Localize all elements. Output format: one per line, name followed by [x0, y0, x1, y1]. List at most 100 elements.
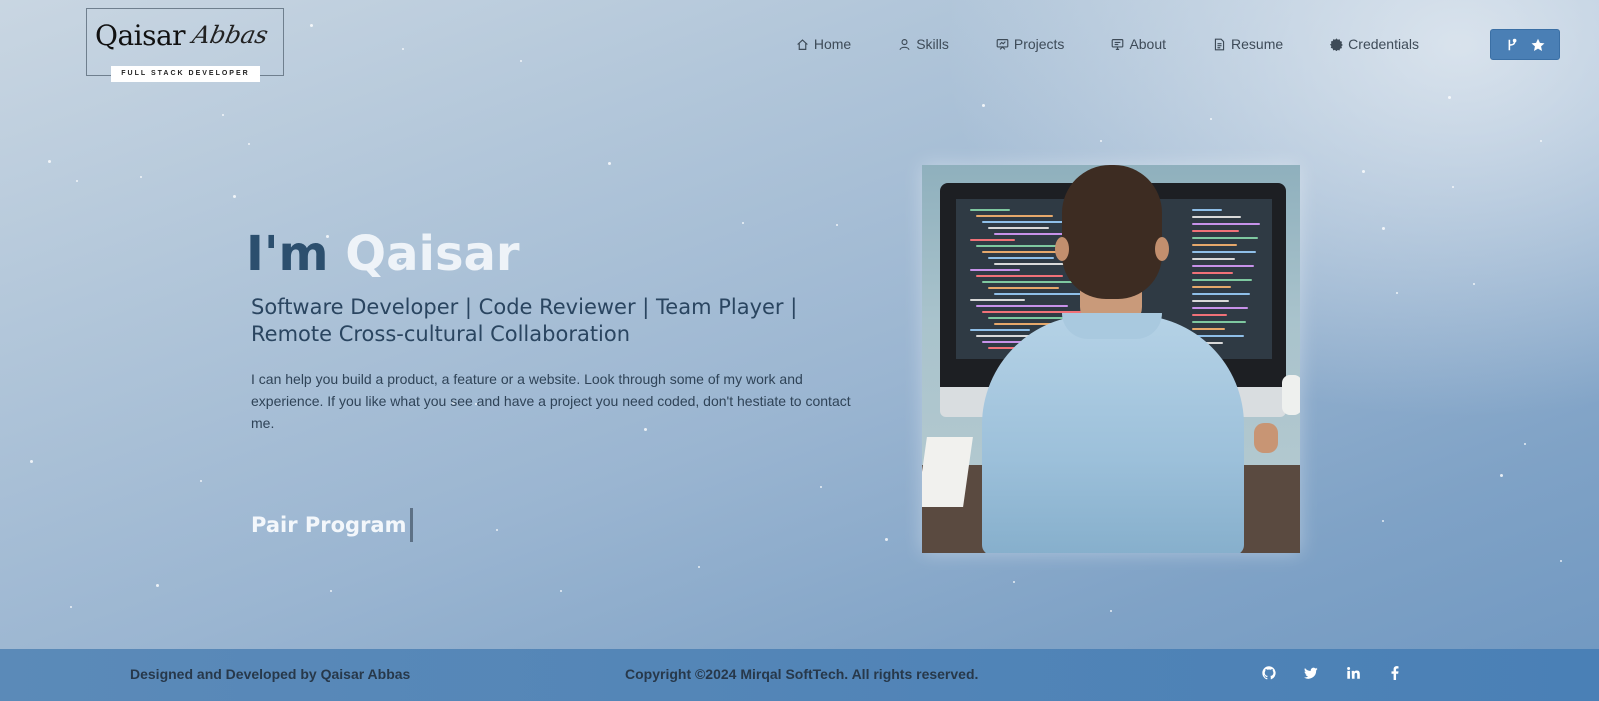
- star-dot: [1560, 560, 1562, 562]
- code-line: [1192, 209, 1222, 211]
- logo-script: Abbas: [190, 21, 271, 49]
- star-dot: [520, 60, 522, 62]
- star-dot: [1524, 443, 1526, 445]
- nav-resume-label: Resume: [1231, 36, 1284, 52]
- star-dot: [248, 143, 250, 145]
- hero-roles: Software Developer | Code Reviewer | Tea…: [251, 295, 798, 346]
- code-line: [1192, 272, 1233, 274]
- code-line: [976, 245, 1058, 247]
- code-line: [970, 269, 1020, 271]
- code-line: [1192, 244, 1237, 246]
- site-logo[interactable]: Qaisar Abbas FULL STACK DEVELOPER: [86, 8, 284, 82]
- code-line: [1192, 328, 1225, 330]
- nav-about-label: About: [1129, 36, 1167, 52]
- typed-text-value: Pair Program: [251, 513, 407, 537]
- nav-credentials-label: Credentials: [1348, 36, 1419, 52]
- star-dot: [70, 606, 72, 608]
- star-dot: [1382, 227, 1385, 230]
- code-line: [1192, 237, 1258, 239]
- star-dot: [1448, 96, 1451, 99]
- star-dot: [1100, 140, 1102, 142]
- star-dot: [836, 224, 838, 226]
- badge-icon: [1330, 37, 1344, 51]
- star-dot: [76, 180, 78, 182]
- star-dot: [200, 480, 202, 482]
- nav-about[interactable]: About: [1111, 36, 1166, 52]
- mug: [1282, 375, 1300, 415]
- star-dot: [233, 195, 236, 198]
- github-star-button[interactable]: [1490, 29, 1560, 60]
- facebook-icon[interactable]: [1388, 666, 1402, 680]
- monitor-chat-icon: [1111, 38, 1124, 51]
- star-dot: [1013, 581, 1015, 583]
- star-dot: [402, 48, 404, 50]
- star-dot: [330, 590, 332, 592]
- code-line: [976, 275, 1063, 277]
- code-line: [970, 329, 1030, 331]
- hero-greeting: I'm: [246, 226, 329, 282]
- person-hand: [1254, 423, 1278, 453]
- logo-tagline: FULL STACK DEVELOPER: [111, 66, 260, 82]
- star-dot: [1362, 170, 1365, 173]
- code-line: [970, 299, 1025, 301]
- code-line: [1192, 279, 1252, 281]
- nav-skills[interactable]: Skills: [898, 36, 949, 52]
- star-dot: [1110, 610, 1112, 612]
- code-line: [988, 287, 1059, 289]
- star-dot: [496, 529, 498, 531]
- hero-description: I can help you build a product, a featur…: [251, 371, 851, 431]
- star-dot: [156, 584, 159, 587]
- code-line: [1192, 293, 1250, 295]
- linkedin-icon[interactable]: [1346, 666, 1360, 680]
- document-icon: [1213, 38, 1226, 51]
- code-line: [1192, 321, 1246, 323]
- star-dot: [1540, 140, 1542, 142]
- star-dot: [1396, 292, 1398, 294]
- person-ear-right: [1155, 237, 1169, 261]
- top-nav: Home Skills Projects About Resume Creden…: [796, 29, 1466, 59]
- person-ear-left: [1055, 237, 1069, 261]
- typing-cursor: [410, 508, 414, 542]
- nav-credentials[interactable]: Credentials: [1330, 36, 1419, 52]
- star-dot: [560, 590, 562, 592]
- star-dot: [310, 24, 313, 27]
- code-line: [1192, 230, 1239, 232]
- code-line: [970, 239, 1015, 241]
- star-dot: [608, 162, 611, 165]
- code-line: [970, 209, 1010, 211]
- star-dot: [982, 104, 985, 107]
- code-line: [1192, 286, 1231, 288]
- twitter-icon[interactable]: [1304, 666, 1318, 680]
- person-head: [1062, 165, 1162, 299]
- star-dot: [1210, 118, 1212, 120]
- hero-title: I'm Qaisar: [246, 228, 520, 281]
- code-line: [988, 317, 1064, 319]
- code-line: [976, 305, 1068, 307]
- code-line: [1192, 307, 1248, 309]
- star-dot: [885, 538, 888, 541]
- home-icon: [796, 38, 809, 51]
- site-footer: Designed and Developed by Qaisar Abbas C…: [0, 649, 1599, 701]
- nav-home-label: Home: [813, 36, 852, 52]
- star-dot: [30, 460, 33, 463]
- nav-home[interactable]: Home: [796, 36, 851, 52]
- star-dot: [1473, 283, 1475, 285]
- social-links: [1262, 666, 1402, 680]
- star-dot: [48, 160, 51, 163]
- star-dot: [1452, 186, 1454, 188]
- github-icon[interactable]: [1262, 666, 1276, 680]
- code-line: [1192, 300, 1229, 302]
- code-line: [1192, 223, 1260, 225]
- star-dot: [1382, 520, 1384, 522]
- nav-resume[interactable]: Resume: [1213, 36, 1283, 52]
- presentation-icon: [996, 38, 1009, 51]
- code-line: [1192, 314, 1227, 316]
- hero-name: Qaisar: [345, 226, 520, 282]
- star-icon: [1531, 38, 1545, 52]
- person-shirt: [982, 315, 1244, 553]
- code-line: [1192, 258, 1235, 260]
- nav-projects[interactable]: Projects: [996, 36, 1064, 52]
- star-dot: [140, 176, 142, 178]
- footer-credit: Designed and Developed by Qaisar Abbas: [130, 666, 411, 682]
- code-line: [976, 215, 1053, 217]
